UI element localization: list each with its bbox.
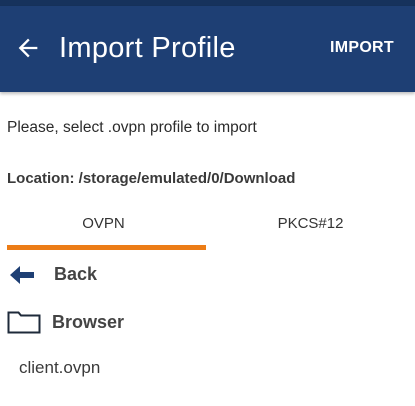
list-item-file[interactable]: client.ovpn bbox=[0, 346, 415, 390]
app-bar: Import Profile IMPORT bbox=[0, 6, 415, 92]
list-item-browser[interactable]: Browser bbox=[0, 300, 415, 344]
page-title: Import Profile bbox=[59, 32, 236, 64]
arrow-left-icon bbox=[10, 266, 34, 284]
instruction-text: Please, select .ovpn profile to import bbox=[7, 119, 257, 136]
location-path: Location: /storage/emulated/0/Download bbox=[7, 170, 296, 187]
tab-pkcs12[interactable]: PKCS#12 bbox=[207, 205, 414, 251]
list-item-back[interactable]: Back bbox=[0, 253, 415, 297]
list-item-label: Back bbox=[54, 264, 98, 284]
file-name: client.ovpn bbox=[19, 358, 101, 377]
selected-tab-indicator bbox=[7, 245, 206, 250]
import-button[interactable]: IMPORT bbox=[330, 39, 394, 57]
tab-bar: OVPN PKCS#12 bbox=[0, 205, 415, 251]
folder-icon bbox=[7, 311, 41, 334]
arrow-left-icon[interactable] bbox=[14, 34, 42, 62]
list-item-label: Browser bbox=[52, 312, 125, 332]
